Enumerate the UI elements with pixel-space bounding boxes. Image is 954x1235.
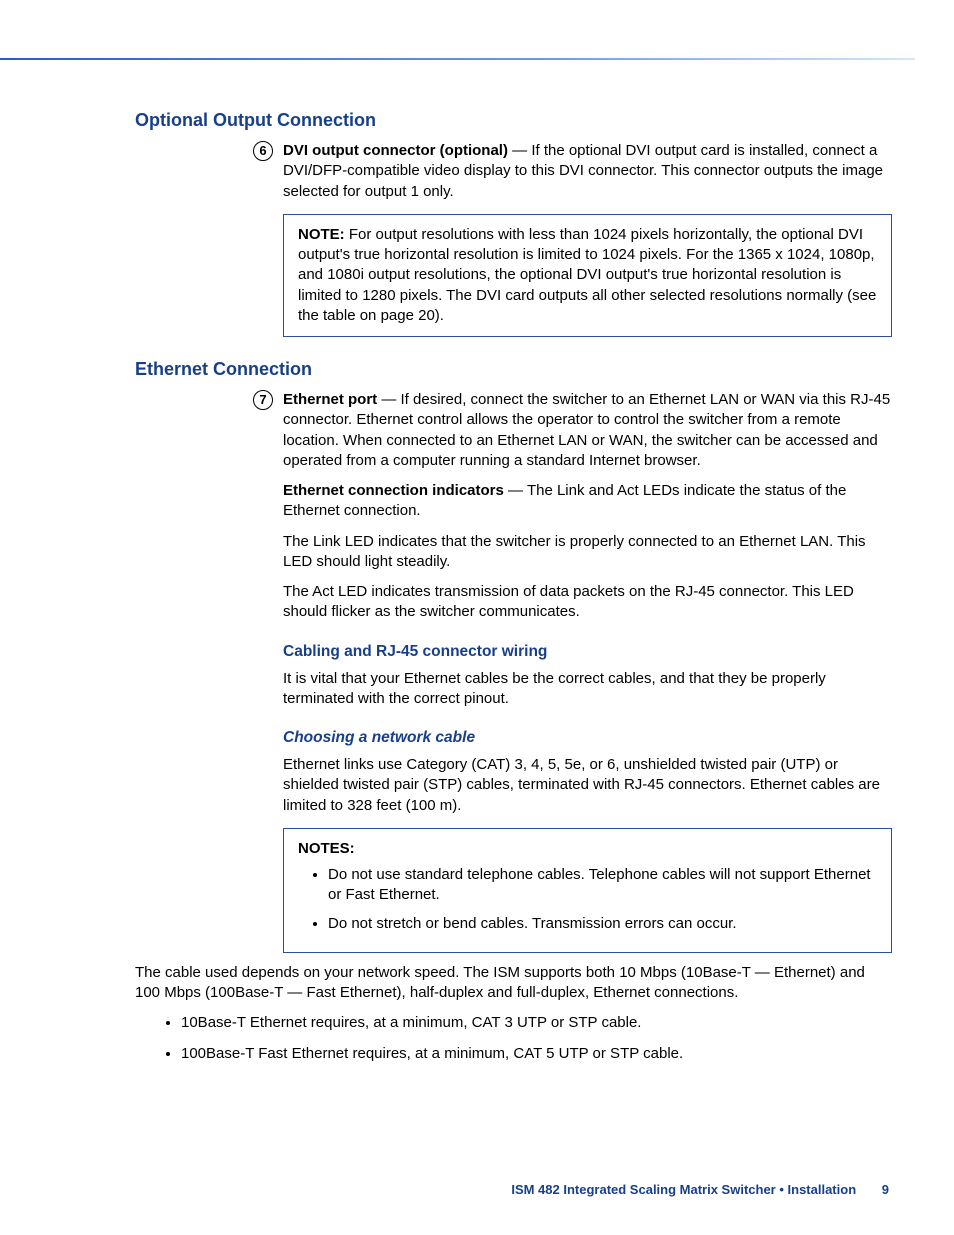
act-led-paragraph: The Act LED indicates transmission of da… <box>283 582 892 623</box>
ethernet-indicators-paragraph: Ethernet connection indicators — The Lin… <box>283 481 892 522</box>
top-rule-divider <box>0 58 915 60</box>
ethernet-indicators-bold: Ethernet connection indicators <box>283 482 504 499</box>
notes-box-cabling: NOTES: Do not use standard telephone cab… <box>283 828 892 953</box>
cable-requirements-list: 10Base-T Ethernet requires, at a minimum… <box>135 1013 892 1064</box>
page-footer: ISM 482 Integrated Scaling Matrix Switch… <box>511 1182 889 1197</box>
cabling-paragraph: It is vital that your Ethernet cables be… <box>283 669 892 710</box>
after-notes-paragraph: The cable used depends on your network s… <box>135 963 892 1004</box>
callout-block-6: 6 DVI output connector (optional) — If t… <box>283 141 892 337</box>
choosing-cable-paragraph: Ethernet links use Category (CAT) 3, 4, … <box>283 755 892 816</box>
callout-block-7: 7 Ethernet port — If desired, connect th… <box>283 390 892 953</box>
page-content: Optional Output Connection 6 DVI output … <box>135 110 892 1074</box>
cable-item-2: 100Base-T Fast Ethernet requires, at a m… <box>181 1044 892 1064</box>
notes-item-2: Do not stretch or bend cables. Transmiss… <box>328 914 877 934</box>
callout-number-7-icon: 7 <box>253 390 273 410</box>
heading-ethernet: Ethernet Connection <box>135 359 892 380</box>
cable-item-1: 10Base-T Ethernet requires, at a minimum… <box>181 1013 892 1033</box>
notes-label: NOTES: <box>298 840 355 857</box>
note-label: NOTE: <box>298 226 345 243</box>
dvi-output-paragraph: DVI output connector (optional) — If the… <box>283 141 892 202</box>
ethernet-port-paragraph: Ethernet port — If desired, connect the … <box>283 390 892 471</box>
footer-title: ISM 482 Integrated Scaling Matrix Switch… <box>511 1182 856 1197</box>
note-box-dvi: NOTE: For output resolutions with less t… <box>283 214 892 337</box>
notes-item-1: Do not use standard telephone cables. Te… <box>328 865 877 906</box>
subheading-choosing-cable: Choosing a network cable <box>283 729 892 747</box>
after-notes-block: The cable used depends on your network s… <box>135 963 892 1064</box>
page-number: 9 <box>882 1182 889 1197</box>
heading-optional-output: Optional Output Connection <box>135 110 892 131</box>
note-text: For output resolutions with less than 10… <box>298 226 876 324</box>
subheading-cabling: Cabling and RJ-45 connector wiring <box>283 643 892 661</box>
link-led-paragraph: The Link LED indicates that the switcher… <box>283 532 892 573</box>
dvi-output-lead-bold: DVI output connector (optional) <box>283 142 508 159</box>
notes-list: Do not use standard telephone cables. Te… <box>298 865 877 934</box>
callout-number-6-icon: 6 <box>253 141 273 161</box>
ethernet-port-bold: Ethernet port <box>283 391 377 408</box>
